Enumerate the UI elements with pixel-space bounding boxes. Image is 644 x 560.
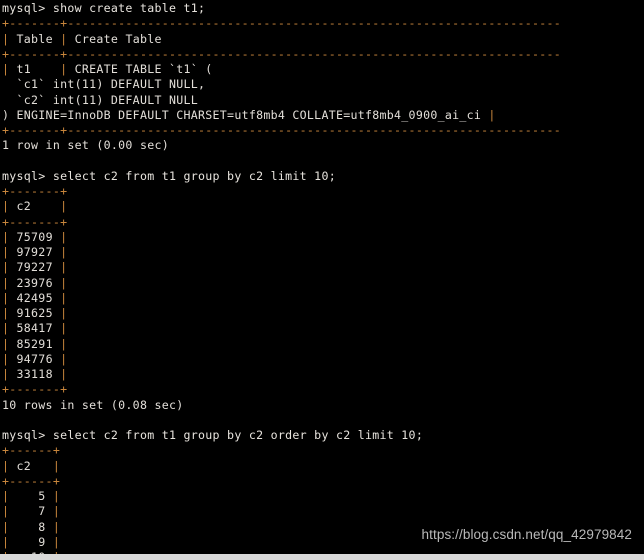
cell-text: 94776 bbox=[9, 351, 61, 366]
table-row: | Table | Create Table bbox=[2, 32, 644, 47]
watermark-url: https://blog.csdn.net/qq_42979842 bbox=[421, 527, 632, 542]
cell-text: 85291 bbox=[9, 336, 61, 351]
border-glyphs: +------+ bbox=[2, 473, 61, 488]
terminal-text-line: 10 rows in set (0.08 sec) bbox=[2, 398, 644, 413]
border-glyphs: | bbox=[488, 107, 496, 122]
table-row: | 94776 | bbox=[2, 352, 644, 367]
table-row: | 85291 | bbox=[2, 337, 644, 352]
cell-text: 58417 bbox=[9, 321, 61, 336]
border-glyphs: | bbox=[60, 351, 68, 366]
cell-text: c2 bbox=[9, 199, 61, 214]
cell-text: 9 bbox=[9, 534, 53, 549]
border-glyphs: +-------+-------------------------------… bbox=[2, 123, 562, 137]
blank-line bbox=[2, 154, 644, 169]
table-row: | 58417 | bbox=[2, 321, 644, 336]
table-row: | 33118 | bbox=[2, 367, 644, 382]
command-text: mysql> show create table t1; bbox=[2, 1, 206, 15]
cell-text: c2 bbox=[9, 458, 53, 473]
border-glyphs: +-------+-------------------------------… bbox=[2, 46, 562, 61]
cell-text: Create Table bbox=[67, 31, 162, 46]
status-text bbox=[2, 154, 9, 168]
table-row: | 5 | bbox=[2, 489, 644, 504]
border-glyphs: | bbox=[60, 275, 68, 290]
cell-text: ) ENGINE=InnoDB DEFAULT CHARSET=utf8mb4 … bbox=[2, 107, 489, 122]
border-glyphs: +-------+ bbox=[2, 382, 68, 397]
border-glyphs: | bbox=[52, 458, 61, 473]
border-glyphs: | bbox=[60, 336, 68, 351]
table-separator-line: +-------+ bbox=[2, 215, 644, 230]
terminal-command-line: mysql> select c2 from t1 group by c2 lim… bbox=[2, 169, 644, 184]
table-separator-line: +------+ bbox=[2, 443, 644, 458]
border-glyphs: | bbox=[60, 367, 68, 381]
cell-text: CREATE TABLE `t1` ( bbox=[67, 62, 213, 76]
table-row: ) ENGINE=InnoDB DEFAULT CHARSET=utf8mb4 … bbox=[2, 108, 644, 123]
cell-text: t1 bbox=[9, 62, 61, 76]
border-glyphs: | bbox=[52, 489, 61, 503]
table-separator-line: +-------+-------------------------------… bbox=[2, 123, 644, 138]
table-row: | 75709 | bbox=[2, 230, 644, 245]
cell-text: 5 bbox=[9, 489, 53, 503]
table-separator-line: +-------+-------------------------------… bbox=[2, 16, 644, 31]
border-glyphs: | bbox=[52, 504, 61, 519]
table-row: | 23976 | bbox=[2, 276, 644, 291]
border-glyphs: | bbox=[60, 321, 68, 336]
border-glyphs: +-------+-------------------------------… bbox=[2, 16, 562, 31]
cell-text: 23976 bbox=[9, 275, 61, 290]
border-glyphs: +-------+ bbox=[2, 214, 68, 229]
cell-text: 7 bbox=[9, 504, 53, 519]
terminal-output[interactable]: mysql> show create table t1; +-------+---… bbox=[0, 0, 644, 560]
status-text: `c1` int(11) DEFAULT NULL, bbox=[2, 77, 206, 92]
cell-text: 97927 bbox=[9, 245, 61, 259]
border-glyphs: | bbox=[60, 199, 68, 214]
border-glyphs: +------+ bbox=[2, 443, 61, 458]
table-separator-line: +-------+ bbox=[2, 382, 644, 397]
border-glyphs: | bbox=[60, 290, 68, 305]
terminal-text-line: `c1` int(11) DEFAULT NULL, bbox=[2, 77, 644, 92]
terminal-window[interactable]: mysql> show create table t1; +-------+---… bbox=[0, 0, 644, 560]
status-text: 10 rows in set (0.08 sec) bbox=[2, 397, 184, 412]
border-glyphs: | bbox=[52, 534, 61, 549]
terminal-command-line: mysql> show create table t1; bbox=[2, 1, 644, 16]
status-text: `c2` int(11) DEFAULT NULL bbox=[2, 92, 199, 107]
command-text: mysql> select c2 from t1 group by c2 lim… bbox=[2, 168, 336, 183]
border-glyphs: | bbox=[52, 519, 61, 534]
table-row: | c2 | bbox=[2, 459, 644, 474]
cell-text: 79227 bbox=[9, 260, 61, 275]
terminal-text-line: 1 row in set (0.00 sec) bbox=[2, 138, 644, 153]
table-row: | 91625 | bbox=[2, 306, 644, 321]
table-row: | 7 | bbox=[2, 504, 644, 519]
status-text bbox=[2, 413, 9, 427]
cell-text: 8 bbox=[9, 519, 53, 534]
border-glyphs: | bbox=[60, 245, 68, 259]
table-row: | c2 | bbox=[2, 199, 644, 214]
table-separator-line: +-------+ bbox=[2, 184, 644, 199]
border-glyphs: | bbox=[60, 229, 68, 244]
table-row: | 42495 | bbox=[2, 291, 644, 306]
table-separator-line: +------+ bbox=[2, 474, 644, 489]
table-row: | 79227 | bbox=[2, 260, 644, 275]
border-glyphs: +-------+ bbox=[2, 184, 68, 198]
bottom-strip bbox=[0, 554, 644, 560]
blank-line bbox=[2, 413, 644, 428]
table-row: | 97927 | bbox=[2, 245, 644, 260]
border-glyphs: | bbox=[60, 260, 68, 275]
terminal-command-line: mysql> select c2 from t1 group by c2 ord… bbox=[2, 428, 644, 443]
cell-text: 91625 bbox=[9, 306, 61, 320]
cell-text: Table bbox=[9, 31, 61, 46]
border-glyphs: | bbox=[60, 306, 68, 320]
cell-text: 42495 bbox=[9, 290, 61, 305]
command-text: mysql> select c2 from t1 group by c2 ord… bbox=[2, 428, 424, 442]
terminal-text-line: `c2` int(11) DEFAULT NULL bbox=[2, 93, 644, 108]
table-row: | t1 | CREATE TABLE `t1` ( bbox=[2, 62, 644, 77]
table-separator-line: +-------+-------------------------------… bbox=[2, 47, 644, 62]
cell-text: 75709 bbox=[9, 229, 61, 244]
status-text: 1 row in set (0.00 sec) bbox=[2, 138, 169, 153]
cell-text: 33118 bbox=[9, 367, 61, 381]
